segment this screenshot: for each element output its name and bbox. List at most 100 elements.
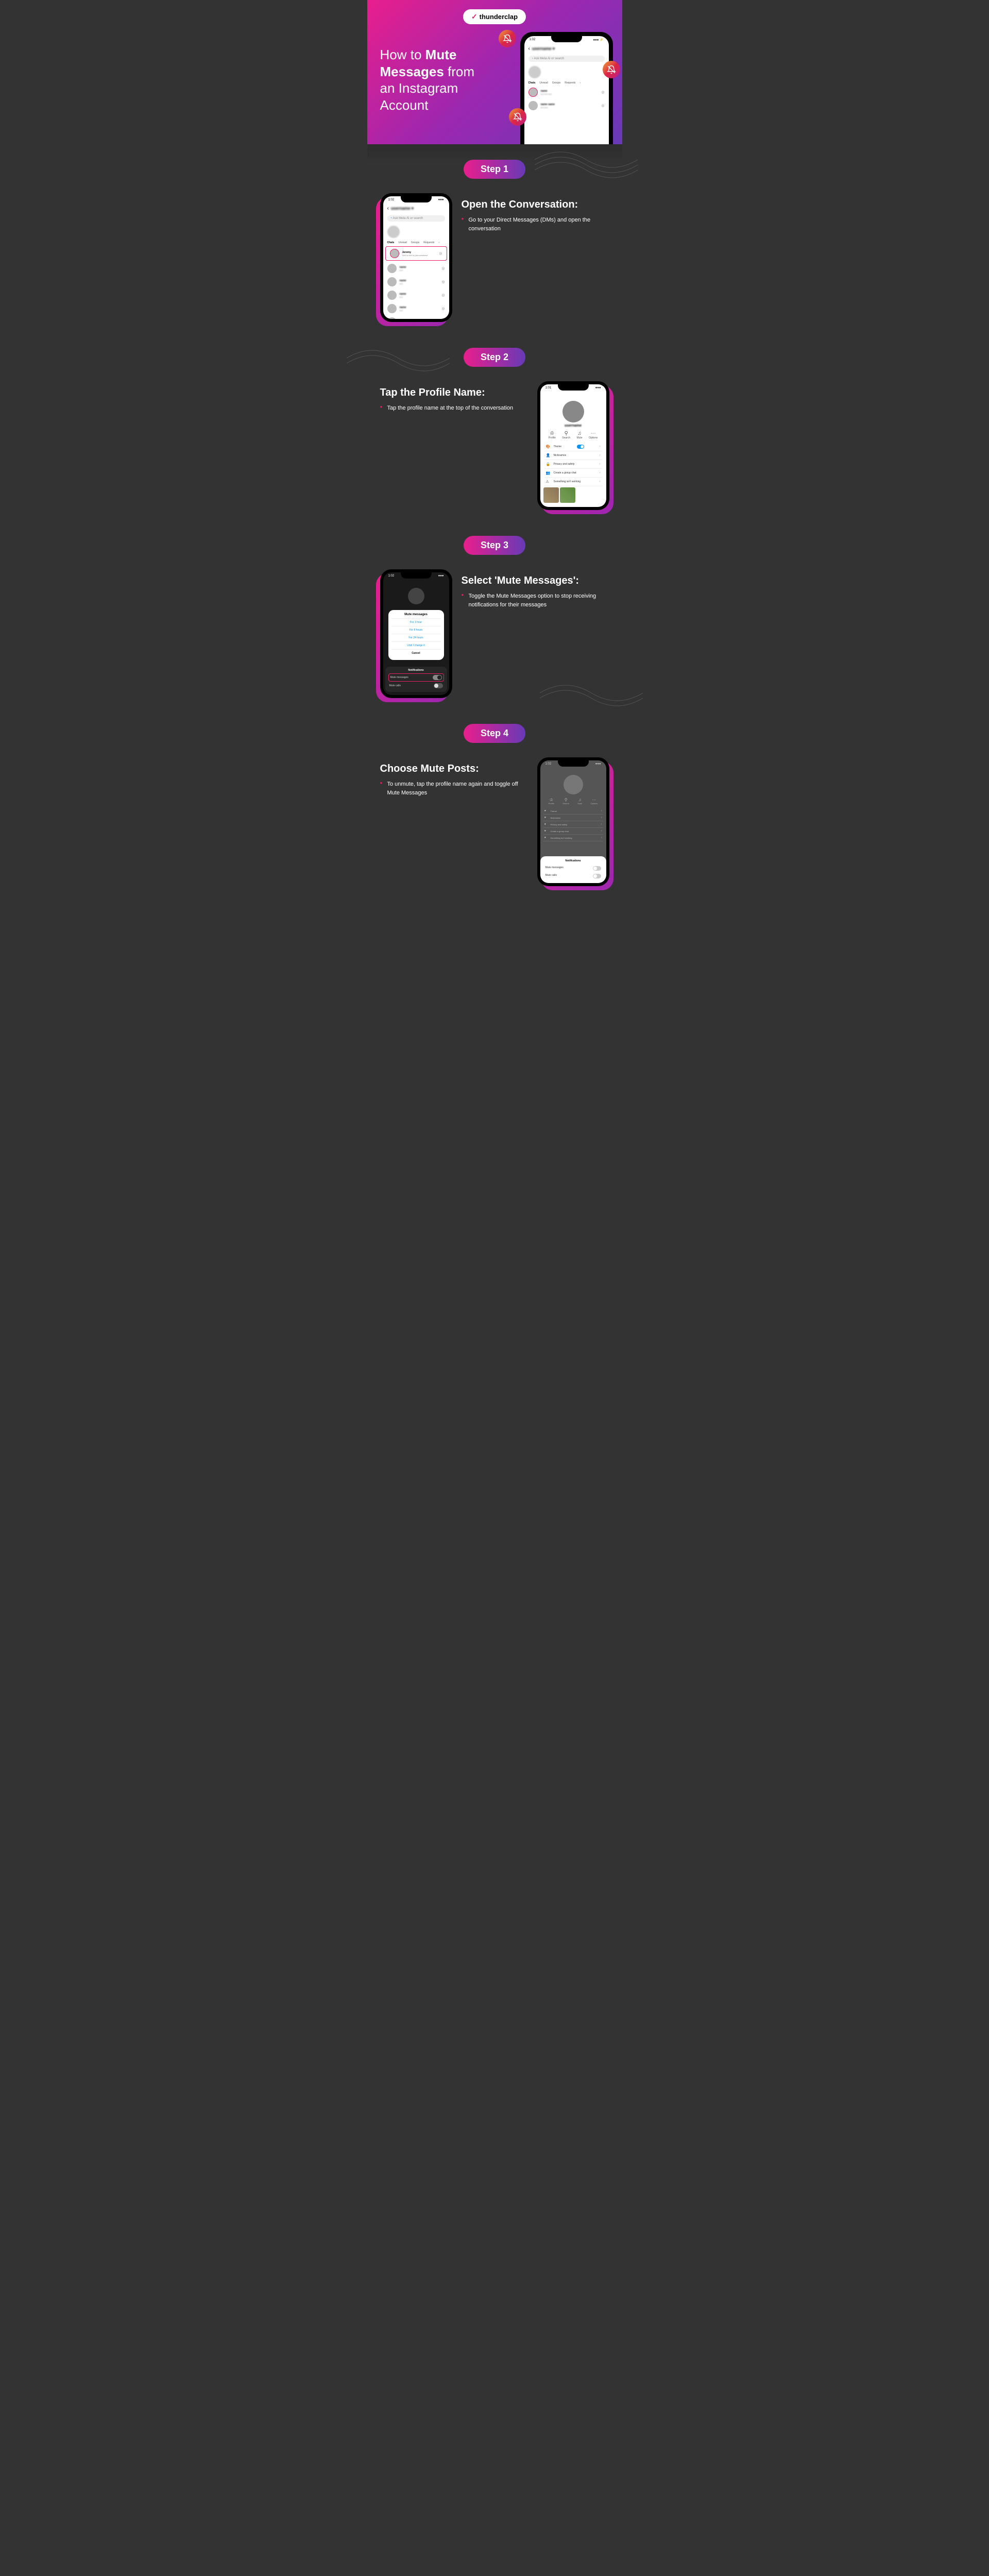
avatar xyxy=(564,775,583,794)
profile-action-icons: ♔Profile ⚲Search ♫Mute ⋯Options xyxy=(540,428,606,443)
settings-row: 🔒Privacy and safety› xyxy=(544,460,602,469)
dm-row: nametext◎ xyxy=(383,275,449,289)
phone-notch xyxy=(401,196,432,202)
wave-decoration xyxy=(535,139,638,180)
step3-content: Select 'Mute Messages': Toggle the Mute … xyxy=(462,569,609,609)
signal-icon: ●●● ⚡ xyxy=(593,38,603,42)
compose-icon: ✎ xyxy=(600,46,604,52)
profile-icon: ♔ xyxy=(549,798,554,802)
mute-bell-icon xyxy=(499,30,516,47)
wave-decoration xyxy=(347,337,450,379)
thunder-icon: ✓ xyxy=(471,12,478,21)
profile-action-icons: ♔Profile ⚲Search ♫Mute ⋯Options xyxy=(540,794,606,808)
phone-notch xyxy=(551,36,582,42)
step-body: Toggle the Mute Messages option to stop … xyxy=(462,592,609,609)
chevron-right-icon: › xyxy=(438,241,439,244)
mute-bell-icon xyxy=(509,108,526,126)
bell-icon: ♫ xyxy=(577,431,583,436)
profile-avatar xyxy=(562,401,584,422)
phone-notch xyxy=(401,572,432,579)
story-avatar xyxy=(387,226,400,238)
avatar xyxy=(408,588,424,604)
step-badge: Step 3 xyxy=(464,536,525,555)
story-avatar xyxy=(528,66,541,78)
settings-row: 🎨Theme› xyxy=(544,443,602,451)
avatar xyxy=(528,88,538,97)
step4-content: Choose Mute Posts: To unmute, tap the pr… xyxy=(380,757,528,797)
notifications-sheet: Notifications Mute messages Mute calls xyxy=(540,856,606,883)
step-4-section: Step 4 1:02●●● ♔Profile ⚲Search ♫Mute ⋯O… xyxy=(367,708,622,896)
chevron-right-icon: › xyxy=(579,81,581,84)
hero-phone-mockup: 1:02 ●●● ⚡ ‹ username ▾ ✎ ◔ Ask Meta AI … xyxy=(520,32,613,144)
sheet-row: Mute messages xyxy=(543,865,603,872)
mute-messages-row: Mute messages xyxy=(388,673,444,682)
dm-row: nametext◎ xyxy=(383,302,449,315)
toggle-icon xyxy=(577,445,584,449)
hero-section: ✓ thunderclap How to Mute Messages from … xyxy=(367,0,622,144)
search-icon: ⚲ xyxy=(562,431,570,436)
settings-list: 🎨Theme› 👤Nicknames› 🔒Privacy and safety›… xyxy=(540,443,606,486)
toggle-icon xyxy=(434,683,443,688)
settings-row: ●Theme› xyxy=(543,808,603,815)
search-bar: ◔ Ask Meta AI or search xyxy=(528,56,605,62)
search-bar: ◔ Ask Meta AI or search xyxy=(387,215,445,222)
step-title: Select 'Mute Messages': xyxy=(462,574,609,587)
toggle-icon xyxy=(593,874,601,878)
phone-notch xyxy=(558,760,589,767)
page-title: How to Mute Messages from an Instagram A… xyxy=(380,46,488,113)
profile-icon: ♔ xyxy=(549,431,556,436)
step-2-section: Step 2 1:01●●● username ♔Profile ⚲Search… xyxy=(367,332,622,520)
back-icon: ‹ xyxy=(528,46,530,52)
username: username ▾ xyxy=(532,46,598,51)
sparkle-icon: ◔ xyxy=(532,57,534,60)
avatar xyxy=(528,101,538,110)
step-1-section: Step 1 1:02●●● ‹ username ▾ ✎ ◔ Ask Meta… xyxy=(367,144,622,332)
bell-icon: ♫ xyxy=(577,798,582,802)
phone-notch xyxy=(558,384,589,391)
step-title: Choose Mute Posts: xyxy=(380,762,528,775)
dm-row: nametext◎ xyxy=(383,315,449,319)
step2-content: Tap the Profile Name: Tap the profile na… xyxy=(380,381,528,413)
options-icon: ⋯ xyxy=(591,798,598,802)
phone-screen: 1:02 ●●● ⚡ ‹ username ▾ ✎ ◔ Ask Meta AI … xyxy=(524,36,609,144)
settings-row: ●Create a group chat› xyxy=(543,828,603,835)
mute-option: For 1 hour xyxy=(391,618,441,626)
step4-phone: 1:02●●● ♔Profile ⚲Search ♫Mute ⋯Options … xyxy=(537,757,609,886)
dm-row: nametext text text ◎ xyxy=(524,86,609,99)
story-row xyxy=(524,64,609,80)
camera-icon: ◎ xyxy=(439,251,442,256)
step3-phone: 1:02●●● Mute messages For 1 hour For 8 h… xyxy=(380,569,452,698)
toggle-icon xyxy=(433,675,442,680)
step-badge: Step 4 xyxy=(464,724,525,743)
settings-row: 👤Nicknames› xyxy=(544,451,602,460)
brand-logo: ✓ thunderclap xyxy=(463,9,526,24)
step-3-section: Step 3 1:02●●● Mute messages For 1 hour … xyxy=(367,520,622,708)
step1-phone: 1:02●●● ‹ username ▾ ✎ ◔ Ask Meta AI or … xyxy=(380,193,452,322)
settings-list: ●Theme› ●Nicknames› ●Privacy and safety›… xyxy=(540,808,606,841)
mute-bell-icon xyxy=(603,61,620,78)
step-body: To unmute, tap the profile name again an… xyxy=(380,780,528,797)
mute-options-sheet: Mute messages For 1 hour For 8 hours For… xyxy=(388,610,444,660)
step-badge: Step 1 xyxy=(464,160,525,179)
brand-name: thunderclap xyxy=(480,13,518,21)
avatar xyxy=(390,249,399,258)
sparkle-icon: ◔ xyxy=(390,217,393,220)
step2-phone: 1:01●●● username ♔Profile ⚲Search ♫Mute … xyxy=(537,381,609,510)
mute-option: For 8 hours xyxy=(391,626,441,634)
mute-calls-row: Mute calls xyxy=(388,682,444,690)
camera-icon: ◎ xyxy=(601,104,604,108)
settings-row: 👥Create a group chat› xyxy=(544,469,602,478)
step-title: Tap the Profile Name: xyxy=(380,386,528,399)
mute-option: Until I change it xyxy=(391,641,441,649)
mute-option: For 24 hours xyxy=(391,634,441,641)
toggle-icon xyxy=(593,866,601,871)
dm-row: nametext◎ xyxy=(383,262,449,275)
compose-icon: ✎ xyxy=(440,206,445,211)
back-icon: ‹ xyxy=(387,206,389,211)
step-body: Go to your Direct Messages (DMs) and ope… xyxy=(462,216,609,233)
dm-row: name nametext text ◎ xyxy=(524,99,609,112)
dm-tabs: Chats Unread Groups Requests › xyxy=(524,80,609,86)
media-thumbnails xyxy=(540,485,578,505)
notifications-panel: Notifications Mute messages Mute calls xyxy=(385,667,447,692)
settings-row: ●Something isn't working› xyxy=(543,835,603,841)
